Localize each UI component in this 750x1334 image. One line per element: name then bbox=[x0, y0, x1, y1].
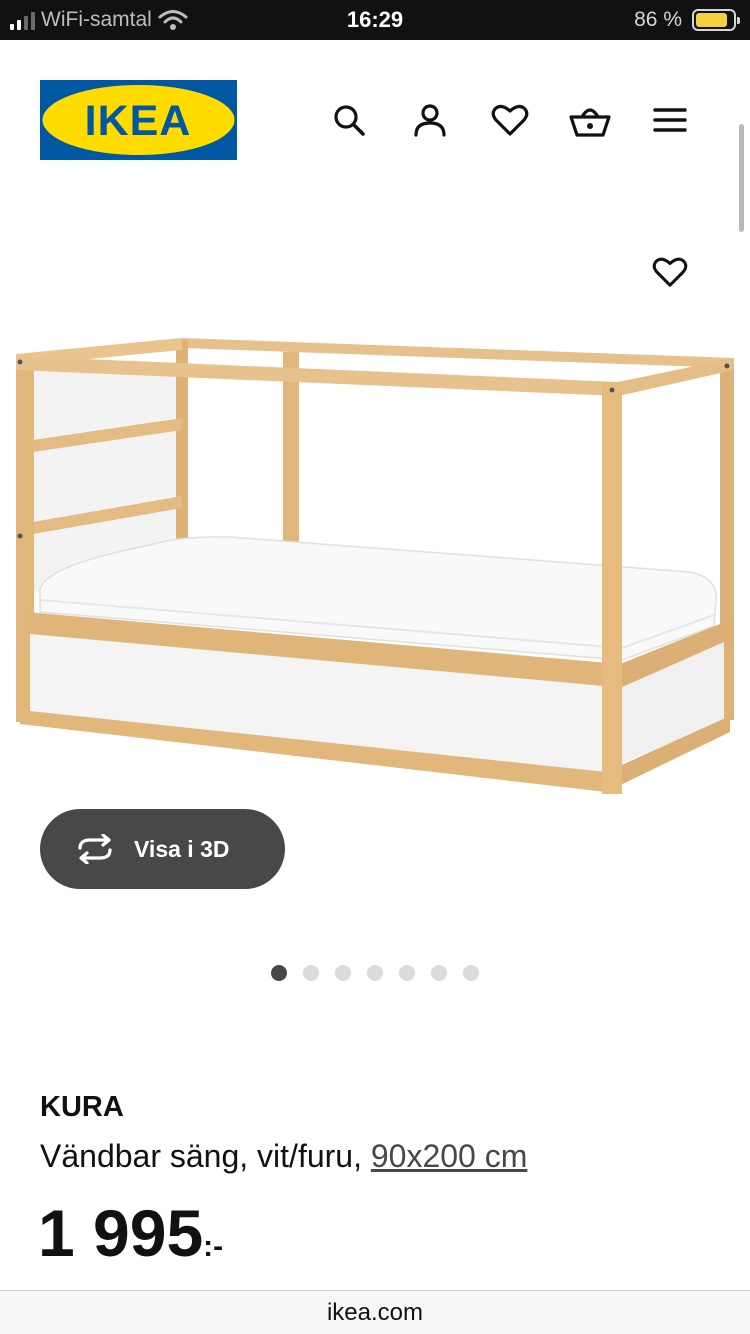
gallery-dot[interactable] bbox=[335, 965, 351, 981]
search-icon[interactable] bbox=[327, 98, 371, 142]
gallery-pagination bbox=[271, 965, 479, 981]
price-value: 1 995 bbox=[38, 1196, 204, 1270]
gallery-dot[interactable] bbox=[463, 965, 479, 981]
close-icon[interactable] bbox=[4, 80, 44, 120]
ikea-logo[interactable]: IKEA bbox=[40, 80, 237, 160]
page-scrollbar[interactable] bbox=[739, 124, 744, 232]
product-price: 1 995:- bbox=[38, 1195, 223, 1271]
view-in-3d-label: Visa i 3D bbox=[134, 835, 230, 862]
product-description: Vändbar säng, vit/furu, 90x200 cm bbox=[40, 1138, 527, 1175]
status-right: 86 % bbox=[634, 0, 740, 40]
product-description-text: Vändbar säng, vit/furu, bbox=[40, 1138, 362, 1174]
basket-icon[interactable] bbox=[568, 98, 612, 142]
battery-icon bbox=[692, 9, 740, 31]
product-name: KURA bbox=[40, 1091, 124, 1123]
account-icon[interactable] bbox=[408, 98, 452, 142]
rotate-3d-icon bbox=[78, 834, 112, 864]
gallery-dot[interactable] bbox=[431, 965, 447, 981]
gallery-dot[interactable] bbox=[271, 965, 287, 981]
gallery-dot[interactable] bbox=[367, 965, 383, 981]
battery-fill bbox=[696, 13, 727, 27]
gallery-dot[interactable] bbox=[303, 965, 319, 981]
product-image[interactable] bbox=[0, 320, 750, 820]
site-header: IKEA bbox=[0, 40, 750, 232]
logo-text: IKEA bbox=[85, 97, 192, 145]
menu-icon[interactable] bbox=[648, 98, 692, 142]
browser-url-bar[interactable]: ikea.com bbox=[0, 1290, 750, 1334]
content-cutoff bbox=[0, 1276, 750, 1290]
favorite-heart-icon[interactable] bbox=[648, 250, 692, 294]
product-size-link[interactable]: 90x200 cm bbox=[371, 1138, 528, 1174]
battery-percent: 86 % bbox=[634, 8, 682, 31]
status-bar: WiFi-samtal 16:29 86 % bbox=[0, 0, 750, 40]
heart-icon[interactable] bbox=[488, 98, 532, 142]
url-text: ikea.com bbox=[326, 1299, 424, 1326]
gallery-dot[interactable] bbox=[399, 965, 415, 981]
view-in-3d-button[interactable]: Visa i 3D bbox=[40, 809, 285, 889]
price-suffix: :- bbox=[203, 1230, 224, 1263]
